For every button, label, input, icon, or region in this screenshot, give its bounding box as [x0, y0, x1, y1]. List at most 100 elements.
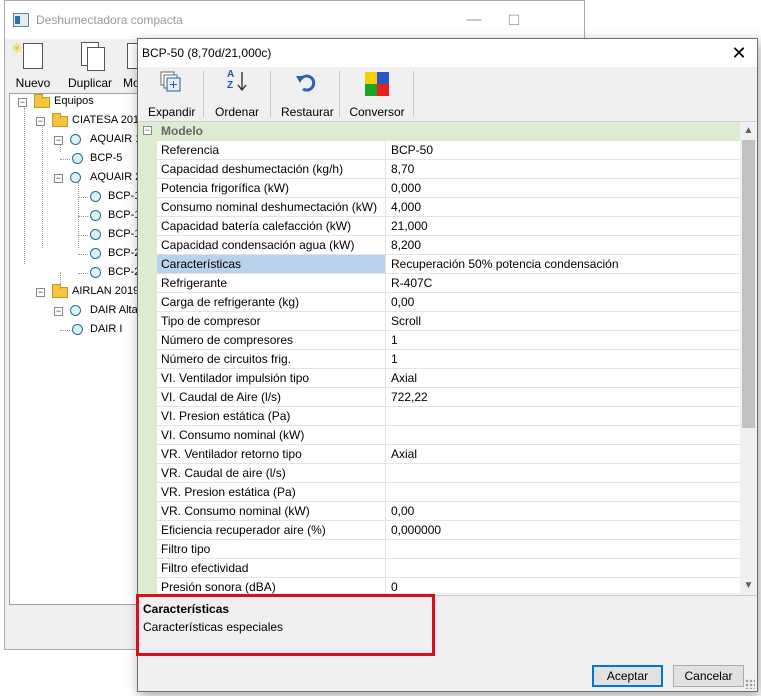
- property-name[interactable]: Tipo de compresor: [157, 312, 386, 331]
- property-value[interactable]: [386, 426, 740, 445]
- property-name[interactable]: Referencia: [157, 141, 386, 160]
- property-value[interactable]: 21,000: [386, 217, 740, 236]
- vertical-scrollbar[interactable]: ▲ ▼: [740, 122, 757, 594]
- cancelar-button[interactable]: Cancelar: [673, 665, 744, 687]
- property-name[interactable]: Capacidad deshumectación (kg/h): [157, 160, 386, 179]
- property-value[interactable]: 0,000000: [386, 521, 740, 540]
- property-row[interactable]: VI. Caudal de Aire (l/s) 722,22: [138, 388, 740, 407]
- property-row[interactable]: Número de circuitos frig. 1: [138, 350, 740, 369]
- property-name[interactable]: VI. Ventilador impulsión tipo: [157, 369, 386, 388]
- aceptar-button[interactable]: Aceptar: [592, 665, 663, 687]
- property-row[interactable]: Características Recuperación 50% potencia…: [138, 255, 740, 274]
- collapse-icon[interactable]: −: [54, 307, 63, 316]
- property-name[interactable]: Capacidad batería calefacción (kW): [157, 217, 386, 236]
- property-value[interactable]: 1: [386, 350, 740, 369]
- property-name[interactable]: Número de compresores: [157, 331, 386, 350]
- minimize-icon[interactable]: —: [459, 7, 489, 33]
- property-row[interactable]: Consumo nominal deshumectación (kW) 4,000: [138, 198, 740, 217]
- property-name[interactable]: Características: [157, 255, 386, 274]
- row-gutter: [138, 483, 157, 502]
- property-name[interactable]: Filtro efectividad: [157, 559, 386, 578]
- property-value[interactable]: 1: [386, 331, 740, 350]
- property-value[interactable]: BCP-50: [386, 141, 740, 160]
- property-name[interactable]: Refrigerante: [157, 274, 386, 293]
- node-circle-icon: [90, 267, 101, 278]
- property-grid[interactable]: − Modelo Referencia BCP-50 Capacidad deshu…: [138, 121, 757, 597]
- property-value[interactable]: Recuperación 50% potencia condensación: [386, 255, 740, 274]
- property-name[interactable]: VR. Caudal de aire (l/s): [157, 464, 386, 483]
- maximize-icon[interactable]: ☐: [499, 7, 529, 33]
- duplicate-document-icon: [87, 47, 105, 71]
- property-value[interactable]: 4,000: [386, 198, 740, 217]
- property-name[interactable]: Eficiencia recuperador aire (%): [157, 521, 386, 540]
- property-row[interactable]: Capacidad condensación agua (kW) 8,200: [138, 236, 740, 255]
- property-value[interactable]: 0,00: [386, 502, 740, 521]
- collapse-icon[interactable]: −: [54, 174, 63, 183]
- property-value[interactable]: [386, 407, 740, 426]
- property-name[interactable]: Número de circuitos frig.: [157, 350, 386, 369]
- property-row[interactable]: Potencia frigorífica (kW) 0,000: [138, 179, 740, 198]
- property-value[interactable]: [386, 540, 740, 559]
- property-name[interactable]: Filtro tipo: [157, 540, 386, 559]
- property-row[interactable]: Filtro efectividad: [138, 559, 740, 578]
- scroll-up-icon[interactable]: ▲: [740, 122, 757, 139]
- property-row[interactable]: VI. Ventilador impulsión tipo Axial: [138, 369, 740, 388]
- category-modelo[interactable]: − Modelo: [138, 122, 740, 141]
- resize-grip-icon[interactable]: [745, 679, 755, 689]
- row-gutter: [138, 236, 157, 255]
- restaurar-button[interactable]: Restaurar: [281, 67, 334, 121]
- property-row[interactable]: VR. Ventilador retorno tipo Axial: [138, 445, 740, 464]
- property-name[interactable]: Potencia frigorífica (kW): [157, 179, 386, 198]
- property-value[interactable]: 8,70: [386, 160, 740, 179]
- property-row[interactable]: Filtro tipo: [138, 540, 740, 559]
- property-row[interactable]: Referencia BCP-50: [138, 141, 740, 160]
- property-value[interactable]: Axial: [386, 369, 740, 388]
- property-row[interactable]: Capacidad deshumectación (kg/h) 8,70: [138, 160, 740, 179]
- nuevo-button[interactable]: ✳ Nuevo: [11, 39, 55, 93]
- property-value[interactable]: 722,22: [386, 388, 740, 407]
- property-value[interactable]: Scroll: [386, 312, 740, 331]
- property-row[interactable]: VI. Consumo nominal (kW): [138, 426, 740, 445]
- property-name[interactable]: Capacidad condensación agua (kW): [157, 236, 386, 255]
- property-value[interactable]: 0,00: [386, 293, 740, 312]
- property-name[interactable]: VI. Consumo nominal (kW): [157, 426, 386, 445]
- sort-az-icon: A Z: [227, 69, 249, 96]
- expandir-button[interactable]: Expandir: [148, 67, 195, 121]
- property-value[interactable]: [386, 483, 740, 502]
- property-row[interactable]: Tipo de compresor Scroll: [138, 312, 740, 331]
- property-row[interactable]: Número de compresores 1: [138, 331, 740, 350]
- property-row[interactable]: VR. Presion estática (Pa): [138, 483, 740, 502]
- property-name[interactable]: Carga de refrigerante (kg): [157, 293, 386, 312]
- property-row[interactable]: VR. Caudal de aire (l/s): [138, 464, 740, 483]
- conversor-button[interactable]: Conversor: [349, 67, 405, 121]
- property-row[interactable]: Eficiencia recuperador aire (%) 0,000000: [138, 521, 740, 540]
- property-name[interactable]: VI. Caudal de Aire (l/s): [157, 388, 386, 407]
- property-row[interactable]: Capacidad batería calefacción (kW) 21,000: [138, 217, 740, 236]
- close-icon[interactable]: ✕: [729, 42, 749, 64]
- scroll-thumb[interactable]: [742, 140, 755, 428]
- scroll-down-icon[interactable]: ▼: [740, 577, 757, 594]
- property-value[interactable]: Axial: [386, 445, 740, 464]
- collapse-icon[interactable]: −: [143, 126, 152, 135]
- collapse-icon[interactable]: −: [54, 136, 63, 145]
- property-value[interactable]: [386, 559, 740, 578]
- property-row[interactable]: VR. Consumo nominal (kW) 0,00: [138, 502, 740, 521]
- property-name[interactable]: VR. Presion estática (Pa): [157, 483, 386, 502]
- property-row[interactable]: Refrigerante R-407C: [138, 274, 740, 293]
- property-name[interactable]: Consumo nominal deshumectación (kW): [157, 198, 386, 217]
- collapse-icon[interactable]: −: [36, 117, 45, 126]
- property-row[interactable]: VI. Presion estática (Pa): [138, 407, 740, 426]
- property-value[interactable]: R-407C: [386, 274, 740, 293]
- collapse-icon[interactable]: −: [18, 98, 27, 107]
- property-name[interactable]: VI. Presion estática (Pa): [157, 407, 386, 426]
- property-name[interactable]: VR. Ventilador retorno tipo: [157, 445, 386, 464]
- ordenar-button[interactable]: A Z Ordenar: [213, 67, 261, 121]
- property-value[interactable]: [386, 464, 740, 483]
- property-value[interactable]: 8,200: [386, 236, 740, 255]
- property-name[interactable]: VR. Consumo nominal (kW): [157, 502, 386, 521]
- duplicar-button[interactable]: Duplicar: [63, 39, 117, 93]
- property-row[interactable]: Carga de refrigerante (kg) 0,00: [138, 293, 740, 312]
- conversor-label: Conversor: [349, 105, 405, 119]
- collapse-icon[interactable]: −: [36, 288, 45, 297]
- property-value[interactable]: 0,000: [386, 179, 740, 198]
